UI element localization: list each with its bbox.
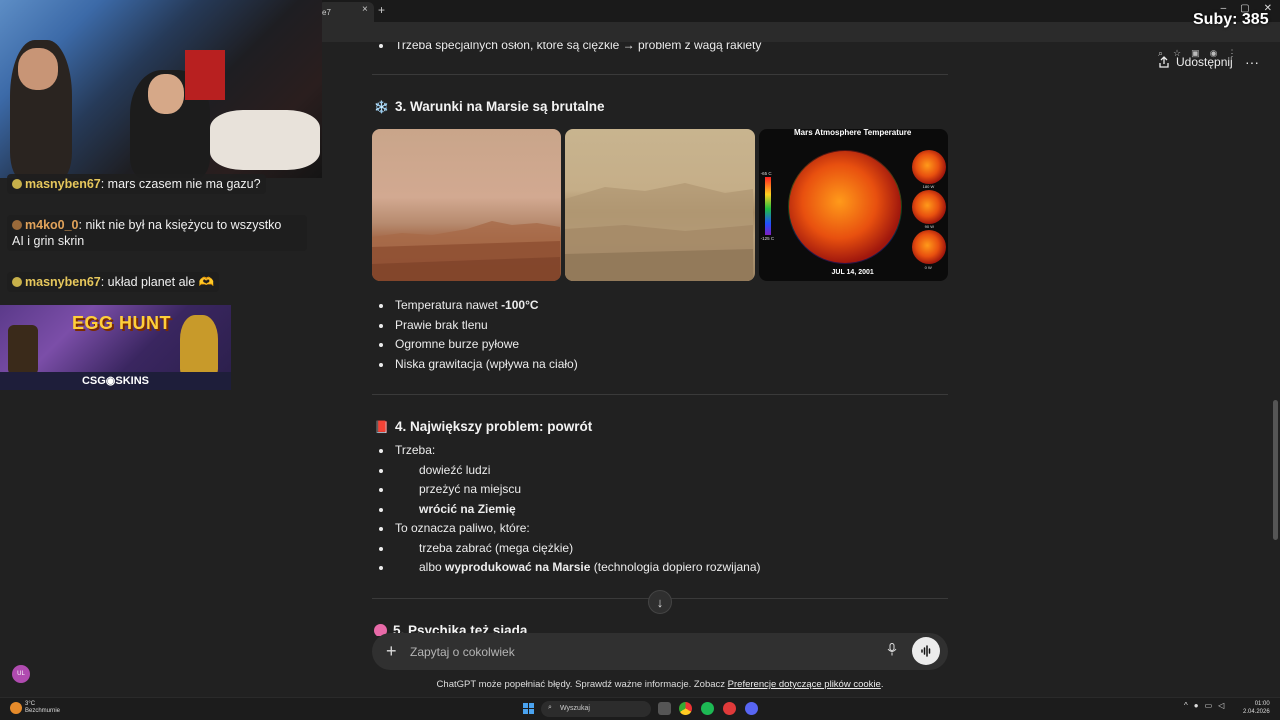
microphone-icon[interactable] — [887, 643, 897, 659]
list-item: Prawie brak tlenu — [372, 316, 948, 336]
user-badge-icon — [12, 179, 22, 189]
attach-plus-button[interactable]: + — [386, 641, 397, 662]
section-title: 4. Największy problem: powrót — [394, 419, 593, 434]
share-label: Udostępnij — [1176, 55, 1233, 69]
list-item: Niska grawitacja (wpływa na ciało) — [372, 355, 948, 375]
banner-title: EGG HUNT — [72, 313, 172, 333]
share-icon — [1159, 56, 1169, 68]
app-icon[interactable] — [723, 702, 736, 715]
system-tray: ^ ● ▭ ◁ — [1184, 701, 1224, 710]
list-item: Trzeba: — [372, 441, 948, 461]
waveform-icon — [921, 645, 931, 657]
discord-icon[interactable] — [745, 702, 758, 715]
cookie-preferences-link[interactable]: Preferencje dotyczące plików cookie — [728, 679, 881, 690]
clock[interactable]: 01:00 2.04.2026 — [1243, 700, 1270, 716]
sponsor-banner: EGG HUNT CSG◉SKINS — [0, 305, 231, 390]
list-item: Trzeba specjalnych osłon, które są ciężk… — [372, 42, 948, 56]
red-book-icon: 📕 — [374, 419, 389, 434]
section-title: 3. Warunki na Marsie są brutalne — [394, 99, 605, 114]
snowflake-icon: ❄️ — [374, 99, 389, 114]
scale-bottom-label: -125 C — [760, 236, 775, 241]
mars-landscape-image-2[interactable] — [565, 129, 755, 281]
disclaimer: ChatGPT może popełniać błędy. Sprawdź wa… — [436, 679, 884, 690]
avatar[interactable]: UL — [12, 665, 30, 683]
voice-mode-button[interactable] — [912, 637, 940, 665]
section-4-heading: 📕 4. Największy problem: powrót — [374, 419, 592, 434]
weather-widget[interactable]: 3°C Bezchmurnie — [25, 701, 60, 715]
mini-label-2: 90 W — [924, 224, 934, 229]
screen: e7 × + – ▢ ✕ ⌕ ☆ ▣ ◉ ⋮ Udostępnij ··· Tr… — [0, 0, 1280, 720]
section-4-list: Trzeba: dowieźć ludzi przeżyć na miejscu… — [372, 441, 948, 578]
list-item: przeżyć na miejscu — [372, 480, 948, 500]
scrollbar[interactable] — [1273, 400, 1278, 540]
user-badge-icon — [12, 220, 22, 230]
chrome-icon[interactable] — [679, 702, 692, 715]
section-3-list: Temperatura nawet -100°C Prawie brak tle… — [372, 296, 948, 374]
composer: + — [372, 633, 948, 670]
chevron-up-icon[interactable]: ^ — [1184, 701, 1188, 710]
share-button[interactable]: Udostępnij — [1158, 55, 1233, 69]
task-view-icon[interactable] — [658, 702, 671, 715]
image-title: Mars Atmosphere Temperature — [793, 129, 912, 137]
previous-list: Trzeba specjalnych osłon, które są ciężk… — [372, 42, 948, 56]
mars-landscape-image-1[interactable] — [372, 129, 562, 281]
network-icon[interactable]: ▭ — [1205, 701, 1213, 710]
list-item: Temperatura nawet -100°C — [372, 296, 948, 316]
prompt-input[interactable] — [410, 642, 880, 662]
image-gallery: Mars Atmosphere Temperature -65 C -125 C… — [372, 129, 948, 281]
tab-close-icon[interactable]: × — [362, 4, 368, 15]
user-badge-icon — [12, 277, 22, 287]
new-tab-button[interactable]: + — [378, 3, 385, 17]
taskbar: 3°C Bezchmurnie ⌕ Wyszukaj ^ ● ▭ ◁ 01:00 2… — [0, 697, 1280, 720]
list-item: Ogromne burze pyłowe — [372, 335, 948, 355]
section-3-heading: ❄️ 3. Warunki na Marsie są brutalne — [374, 99, 605, 114]
conversation-content: Trzeba specjalnych osłon, które są ciężk… — [372, 42, 948, 636]
chat-message: m4ko0_0: nikt nie był na księżycu to wsz… — [7, 215, 307, 251]
start-button[interactable] — [523, 703, 535, 715]
scroll-down-button[interactable]: ↓ — [648, 590, 672, 614]
arrow-down-icon: ↓ — [656, 594, 664, 610]
list-item: trzeba zabrać (mega ciężkie) — [372, 539, 948, 559]
tab-title: e7 — [322, 8, 331, 17]
weather-icon — [10, 702, 22, 714]
chat-message: masnyben67: mars czasem nie ma gazu? — [7, 174, 266, 194]
taskbar-search[interactable]: ⌕ Wyszukaj — [541, 701, 651, 717]
spotify-icon[interactable] — [701, 702, 714, 715]
chat-message: masnyben67: układ planet ale 🫶 — [7, 272, 220, 292]
list-item: dowieźć ludzi — [372, 461, 948, 481]
microphone-tray-icon[interactable]: ● — [1194, 701, 1199, 710]
mars-temperature-image[interactable]: Mars Atmosphere Temperature -65 C -125 C… — [758, 129, 948, 281]
image-date: JUL 14, 2001 — [831, 269, 874, 276]
divider — [372, 394, 948, 395]
divider — [372, 74, 948, 75]
more-options-icon[interactable]: ··· — [1245, 54, 1259, 70]
list-item: albo wyprodukować na Marsie (technologia… — [372, 558, 948, 578]
list-item: To oznacza paliwo, które: — [372, 519, 948, 539]
banner-brand: CSG◉SKINS — [0, 372, 231, 390]
subscriber-count: Suby: 385 — [1193, 11, 1269, 28]
webcam-feed — [0, 0, 322, 178]
mini-label-1: 180 W — [922, 184, 935, 189]
search-icon: ⌕ — [548, 704, 552, 711]
list-item: wrócić na Ziemię — [372, 500, 948, 520]
scale-top-label: -65 C — [760, 171, 772, 176]
volume-icon[interactable]: ◁ — [1218, 701, 1224, 710]
